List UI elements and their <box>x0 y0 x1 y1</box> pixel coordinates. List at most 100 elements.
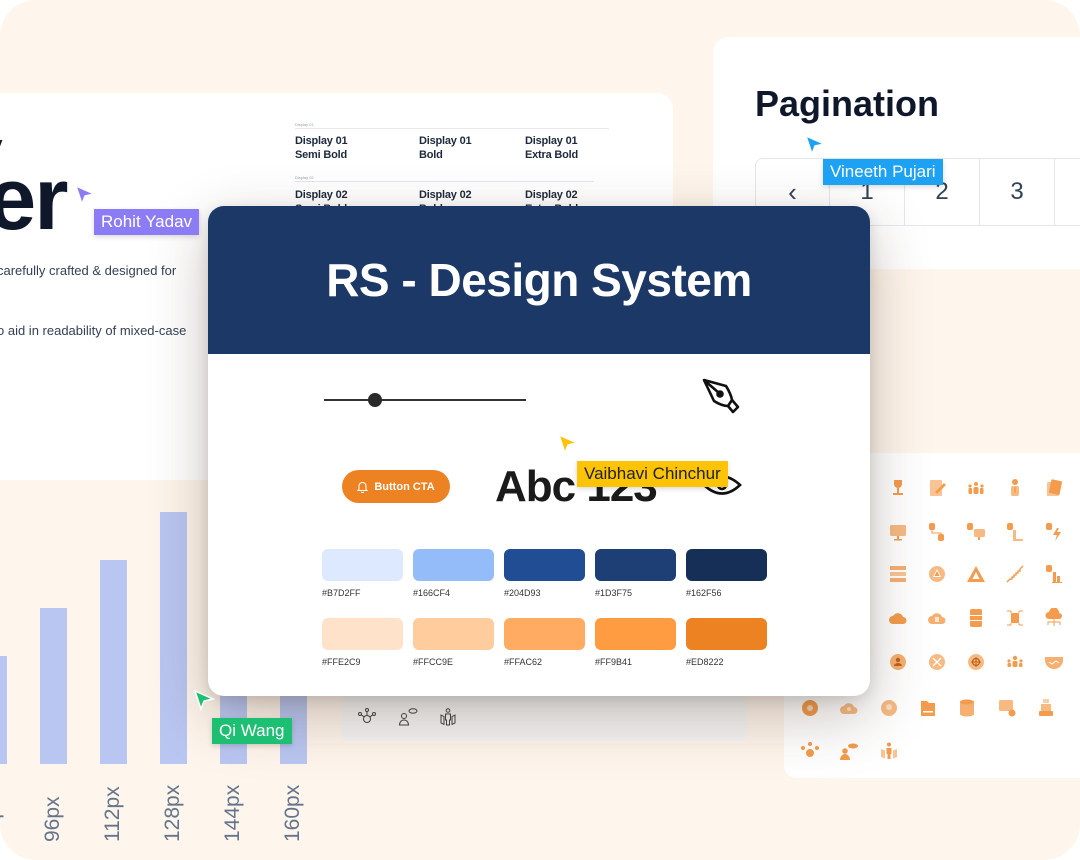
spec-line: Display 02 <box>295 189 348 201</box>
spec-line: Extra Bold <box>525 149 579 161</box>
network-hub-outline-icon[interactable] <box>357 707 377 727</box>
pagination-title: Pagination <box>755 83 940 124</box>
card-title: RS - Design System <box>326 254 752 306</box>
cursor-rohit-icon <box>74 184 96 206</box>
design-system-card: RS - Design System Button CTA Abc 123 #B… <box>208 206 870 696</box>
font-description-line-1: carefully crafted & designed for <box>0 263 177 278</box>
folder-drive-icon[interactable] <box>918 698 938 718</box>
spec-section-label: Display 01 <box>295 122 314 127</box>
slider-thumb[interactable] <box>367 393 382 407</box>
cursor-vaibhavi-icon <box>557 433 579 455</box>
collaborator-tag-vineeth: Vineeth Pujari <box>823 159 943 185</box>
collaborator-tag-rohit: Rohit Yadav <box>94 209 200 235</box>
cycle-target-icon[interactable] <box>966 652 986 672</box>
color-swatch-label: #FFAC62 <box>504 657 543 667</box>
notepad-pen-icon[interactable] <box>927 478 947 498</box>
growth-stairs-icon[interactable] <box>1005 564 1025 584</box>
color-swatch-label: #FFCC9E <box>413 657 454 667</box>
color-swatch-label: #162F56 <box>686 588 722 598</box>
cycle-gear-icon[interactable] <box>800 698 820 718</box>
cta-button[interactable]: Button CTA <box>342 470 450 503</box>
color-swatch-label: #166CF4 <box>413 588 451 598</box>
document-icon[interactable] <box>1044 478 1064 498</box>
code-settings-icon[interactable] <box>997 698 1017 718</box>
size-bar-label: 80px <box>0 796 4 842</box>
businessman-icon[interactable] <box>1005 478 1025 498</box>
user-chat-outline-icon[interactable] <box>398 707 418 727</box>
cloud-file-icon[interactable] <box>927 608 947 628</box>
color-swatch-label: #1D3F75 <box>595 588 633 598</box>
collaborator-tag-vaibhavi: Vaibhavi Chinchur <box>577 461 728 487</box>
cycle-triangle-icon[interactable] <box>927 564 947 584</box>
pen-tool-icon <box>700 376 746 422</box>
trophy-icon[interactable] <box>888 478 908 498</box>
color-swatch[interactable] <box>686 549 767 581</box>
cursor-qi-icon <box>193 689 215 711</box>
spec-cell: Display 01 Semi Bold <box>295 134 348 162</box>
size-bar <box>40 608 67 764</box>
color-swatch-label: #FF9B41 <box>595 657 633 667</box>
group-icon[interactable] <box>1005 652 1025 672</box>
circuit-icon[interactable] <box>1005 608 1025 628</box>
slider[interactable] <box>324 392 526 408</box>
spec-divider <box>295 128 609 129</box>
size-bar <box>160 512 187 764</box>
pagination-page-3[interactable]: 3 <box>980 159 1055 225</box>
cursor-vineeth-icon <box>804 134 826 156</box>
server-upload-icon[interactable] <box>1036 698 1056 718</box>
slider-track <box>324 399 526 401</box>
warning-triangle-icon[interactable] <box>966 564 986 584</box>
color-swatch-label: #FFE2C9 <box>322 657 361 667</box>
database-power-icon[interactable] <box>1044 522 1064 542</box>
pagination-page-4[interactable] <box>1055 159 1080 225</box>
code-monitor-icon[interactable] <box>888 522 908 542</box>
database-chart-icon[interactable] <box>1044 564 1064 584</box>
color-swatch[interactable] <box>686 618 767 650</box>
bell-icon <box>357 481 369 493</box>
cycle-user-icon[interactable] <box>888 652 908 672</box>
color-swatch[interactable] <box>504 618 585 650</box>
team-circle-outline-icon[interactable] <box>438 707 458 727</box>
cycle-tools-icon[interactable] <box>927 652 947 672</box>
cloud-user-icon[interactable] <box>839 698 859 718</box>
color-swatch[interactable] <box>595 618 676 650</box>
spec-line: Display 02 <box>525 189 578 201</box>
color-swatch-label: #B7D2FF <box>322 588 361 598</box>
color-swatch[interactable] <box>595 549 676 581</box>
database-pipe-icon[interactable] <box>1005 522 1025 542</box>
cycle-idea-icon[interactable] <box>879 698 899 718</box>
size-bar-label: 96px <box>41 796 64 842</box>
spec-line: Bold <box>419 149 443 161</box>
spec-cell: Display 01 Bold <box>419 134 472 162</box>
outline-icon-strip <box>342 696 747 741</box>
color-swatch-label: #204D93 <box>504 588 541 598</box>
team-icon[interactable] <box>966 478 986 498</box>
color-swatch[interactable] <box>413 618 494 650</box>
spec-cell: Display 01 Extra Bold <box>525 134 578 162</box>
font-description-line-2: o aid in readability of mixed-case <box>0 323 187 338</box>
size-bar-label: 112px <box>101 786 124 842</box>
spec-line: Display 01 <box>525 135 578 147</box>
cta-button-label: Button CTA <box>374 480 435 493</box>
spec-line: Display 01 <box>419 135 472 147</box>
server-icon[interactable] <box>966 608 986 628</box>
user-chat-icon[interactable] <box>839 741 859 761</box>
color-swatch[interactable] <box>504 549 585 581</box>
collaborator-tag-qi: Qi Wang <box>212 718 292 744</box>
spec-section-label: Display 02 <box>295 175 314 180</box>
handshake-icon[interactable] <box>1044 652 1064 672</box>
color-swatch[interactable] <box>322 618 403 650</box>
network-hub-icon[interactable] <box>800 741 820 761</box>
card-header: RS - Design System <box>208 206 870 354</box>
team-circle-icon[interactable] <box>879 741 899 761</box>
cloud-network-icon[interactable] <box>1044 608 1064 628</box>
database-cylinder-icon[interactable] <box>957 698 977 718</box>
cloud-icon[interactable] <box>888 608 908 628</box>
spec-line: Display 01 <box>295 135 348 147</box>
color-swatch[interactable] <box>413 549 494 581</box>
server-rack-icon[interactable] <box>888 564 908 584</box>
size-bar <box>100 560 127 764</box>
database-flow-icon[interactable] <box>927 522 947 542</box>
color-swatch[interactable] <box>322 549 403 581</box>
database-monitor-icon[interactable] <box>966 522 986 542</box>
